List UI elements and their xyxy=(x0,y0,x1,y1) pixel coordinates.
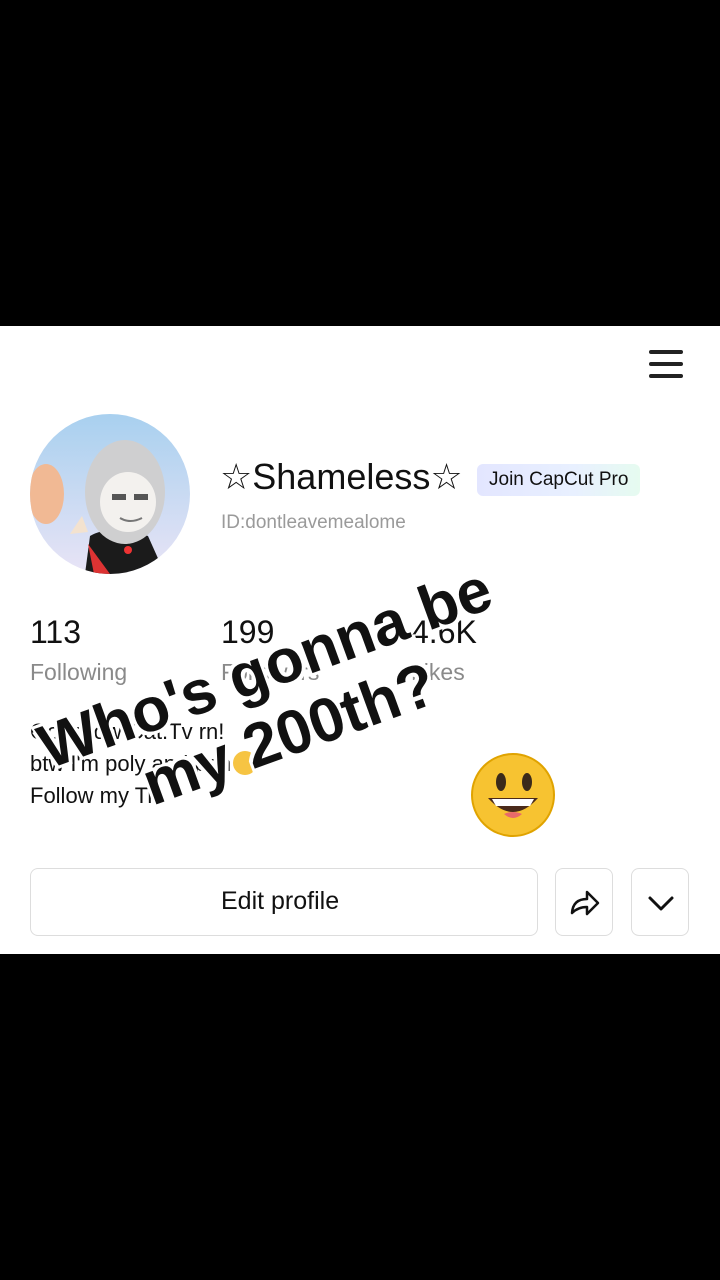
following-count: 113 xyxy=(30,614,82,650)
join-pro-button[interactable]: Join CapCut Pro xyxy=(477,464,641,496)
avatar[interactable] xyxy=(30,414,190,574)
share-arrow-icon xyxy=(570,890,600,916)
hamburger-menu-icon[interactable] xyxy=(646,348,686,380)
share-button[interactable] xyxy=(555,868,613,936)
edit-profile-label: Edit profile xyxy=(221,887,340,915)
following-label: Following xyxy=(30,659,128,685)
grinning-face-emoji xyxy=(471,753,555,837)
chevron-down-icon xyxy=(648,896,674,911)
user-id: ID:dontleavemealome xyxy=(221,512,406,533)
stat-following[interactable]: 113 Following xyxy=(30,614,127,686)
more-button[interactable] xyxy=(631,868,689,936)
edit-profile-button[interactable]: Edit profile xyxy=(30,868,538,936)
profile-name: ☆Shameless☆ xyxy=(220,456,463,497)
